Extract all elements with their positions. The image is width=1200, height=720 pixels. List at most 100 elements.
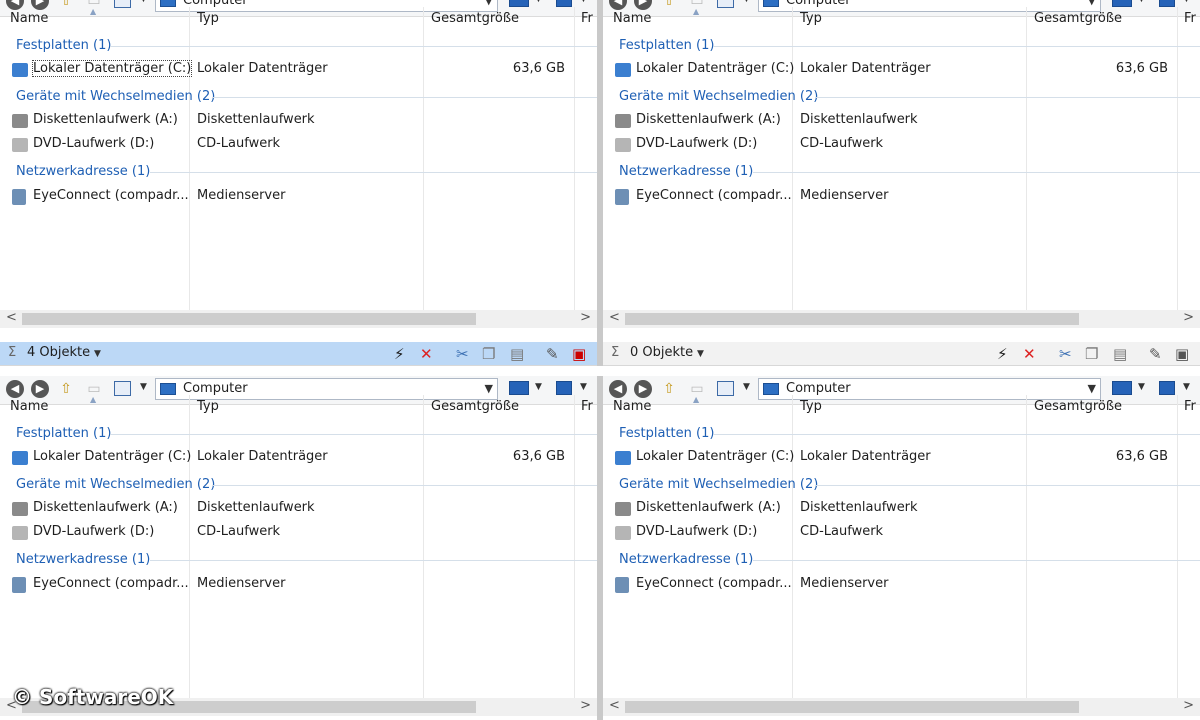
cut-icon[interactable]: ✂	[1059, 345, 1072, 363]
column-divider[interactable]	[1177, 395, 1178, 701]
column-name[interactable]: Name	[613, 11, 651, 26]
horizontal-scrollbar[interactable]: < >	[0, 310, 597, 328]
view-mode-dropdown-icon[interactable]: ▼	[140, 382, 147, 392]
column-free-space[interactable]: Fr	[1184, 11, 1196, 26]
column-total-size[interactable]: Gesamtgröße	[1034, 399, 1122, 414]
column-divider[interactable]	[189, 395, 190, 701]
refresh-icon[interactable]: ⚡	[997, 345, 1008, 363]
delete-icon[interactable]: ✕	[1023, 345, 1036, 363]
object-count[interactable]: 0 Objekte	[630, 345, 693, 360]
address-dropdown-icon[interactable]: ▼	[1088, 382, 1096, 395]
column-divider[interactable]	[792, 7, 793, 313]
properties-icon[interactable]: ▣	[572, 345, 586, 363]
scroll-left-icon[interactable]: <	[609, 698, 620, 713]
list-item-media-server[interactable]: EyeConnect (compadr... Medienserver	[603, 186, 1200, 208]
desktop-dropdown-icon[interactable]: ▼	[1138, 0, 1145, 4]
network-icon[interactable]	[1159, 0, 1175, 7]
network-icon[interactable]	[556, 0, 572, 7]
column-free-space[interactable]: Fr	[1184, 399, 1196, 414]
list-item-floppy[interactable]: Diskettenlaufwerk (A:) Diskettenlaufwerk	[0, 498, 597, 520]
group-header-drives[interactable]: Festplatten (1)	[619, 38, 714, 53]
group-header-network[interactable]: Netzwerkadresse (1)	[619, 164, 753, 179]
list-item-drive-c[interactable]: Lokaler Datenträger (C:) Lokaler Datentr…	[0, 447, 597, 469]
column-name[interactable]: Name	[10, 11, 48, 26]
column-total-size[interactable]: Gesamtgröße	[431, 399, 519, 414]
scroll-left-icon[interactable]: <	[609, 310, 620, 325]
scrollbar-thumb[interactable]	[22, 313, 476, 325]
scroll-left-icon[interactable]: <	[6, 310, 17, 325]
column-free-space[interactable]: Fr	[581, 399, 593, 414]
scroll-right-icon[interactable]: >	[580, 310, 591, 325]
view-mode-dropdown-icon[interactable]: ▼	[140, 0, 147, 4]
list-item-media-server[interactable]: EyeConnect (compadr... Medienserver	[0, 186, 597, 208]
group-header-network[interactable]: Netzwerkadresse (1)	[16, 164, 150, 179]
network-icon[interactable]	[1159, 381, 1175, 395]
list-item-media-server[interactable]: EyeConnect (compadr... Medienserver	[603, 574, 1200, 596]
list-item-dvd[interactable]: DVD-Laufwerk (D:) CD-Laufwerk	[603, 522, 1200, 544]
scroll-right-icon[interactable]: >	[1183, 310, 1194, 325]
rename-icon[interactable]: ✎	[1149, 345, 1162, 363]
desktop-icon[interactable]	[509, 0, 529, 7]
group-header-drives[interactable]: Festplatten (1)	[16, 38, 111, 53]
horizontal-scrollbar[interactable]: < >	[603, 698, 1200, 716]
paste-icon[interactable]: ▤	[1113, 345, 1127, 363]
column-divider[interactable]	[1026, 7, 1027, 313]
cut-icon[interactable]: ✂	[456, 345, 469, 363]
network-dropdown-icon[interactable]: ▼	[580, 382, 587, 392]
column-name[interactable]: Name	[613, 399, 651, 414]
column-divider[interactable]	[423, 395, 424, 701]
column-divider[interactable]	[189, 7, 190, 313]
pane-splitter-horizontal[interactable]	[0, 366, 1200, 376]
refresh-icon[interactable]: ⚡	[394, 345, 405, 363]
address-dropdown-icon[interactable]: ▼	[1088, 0, 1096, 7]
list-item-drive-c[interactable]: Lokaler Datenträger (C:) Lokaler Datentr…	[0, 59, 597, 81]
desktop-dropdown-icon[interactable]: ▼	[535, 0, 542, 4]
column-divider[interactable]	[423, 7, 424, 313]
desktop-dropdown-icon[interactable]: ▼	[1138, 382, 1145, 392]
desktop-icon[interactable]	[509, 381, 529, 395]
paste-icon[interactable]: ▤	[510, 345, 524, 363]
view-mode-icon[interactable]	[114, 381, 131, 396]
column-type[interactable]: Typ	[800, 399, 822, 414]
column-divider[interactable]	[792, 395, 793, 701]
properties-icon[interactable]: ▣	[1175, 345, 1189, 363]
delete-icon[interactable]: ✕	[420, 345, 433, 363]
column-name[interactable]: Name	[10, 399, 48, 414]
object-count[interactable]: 4 Objekte	[27, 345, 90, 360]
group-header-network[interactable]: Netzwerkadresse (1)	[619, 552, 753, 567]
list-item-dvd[interactable]: DVD-Laufwerk (D:) CD-Laufwerk	[0, 522, 597, 544]
view-mode-dropdown-icon[interactable]: ▼	[743, 382, 750, 392]
column-divider[interactable]	[1026, 395, 1027, 701]
scroll-right-icon[interactable]: >	[1183, 698, 1194, 713]
view-mode-dropdown-icon[interactable]: ▼	[743, 0, 750, 4]
column-divider[interactable]	[574, 395, 575, 701]
column-free-space[interactable]: Fr	[581, 11, 593, 26]
column-type[interactable]: Typ	[800, 11, 822, 26]
desktop-dropdown-icon[interactable]: ▼	[535, 382, 542, 392]
list-item-floppy[interactable]: Diskettenlaufwerk (A:) Diskettenlaufwerk	[603, 498, 1200, 520]
network-dropdown-icon[interactable]: ▼	[1183, 382, 1190, 392]
scrollbar-thumb[interactable]	[625, 701, 1079, 713]
scrollbar-thumb[interactable]	[625, 313, 1079, 325]
network-icon[interactable]	[556, 381, 572, 395]
network-dropdown-icon[interactable]: ▼	[1183, 0, 1190, 4]
list-item-floppy[interactable]: Diskettenlaufwerk (A:) Diskettenlaufwerk	[603, 110, 1200, 132]
group-header-removable[interactable]: Geräte mit Wechselmedien (2)	[619, 477, 818, 492]
group-header-drives[interactable]: Festplatten (1)	[619, 426, 714, 441]
list-item-floppy[interactable]: Diskettenlaufwerk (A:) Diskettenlaufwerk	[0, 110, 597, 132]
desktop-icon[interactable]	[1112, 0, 1132, 7]
group-header-network[interactable]: Netzwerkadresse (1)	[16, 552, 150, 567]
network-dropdown-icon[interactable]: ▼	[580, 0, 587, 4]
address-dropdown-icon[interactable]: ▼	[485, 382, 493, 395]
copy-icon[interactable]: ❐	[482, 345, 495, 363]
list-item-dvd[interactable]: DVD-Laufwerk (D:) CD-Laufwerk	[0, 134, 597, 156]
horizontal-scrollbar[interactable]: < >	[603, 310, 1200, 328]
rename-icon[interactable]: ✎	[546, 345, 559, 363]
count-dropdown-icon[interactable]: ▼	[94, 349, 101, 359]
address-dropdown-icon[interactable]: ▼	[485, 0, 493, 7]
group-header-drives[interactable]: Festplatten (1)	[16, 426, 111, 441]
group-header-removable[interactable]: Geräte mit Wechselmedien (2)	[16, 89, 215, 104]
column-total-size[interactable]: Gesamtgröße	[1034, 11, 1122, 26]
column-type[interactable]: Typ	[197, 399, 219, 414]
copy-icon[interactable]: ❐	[1085, 345, 1098, 363]
